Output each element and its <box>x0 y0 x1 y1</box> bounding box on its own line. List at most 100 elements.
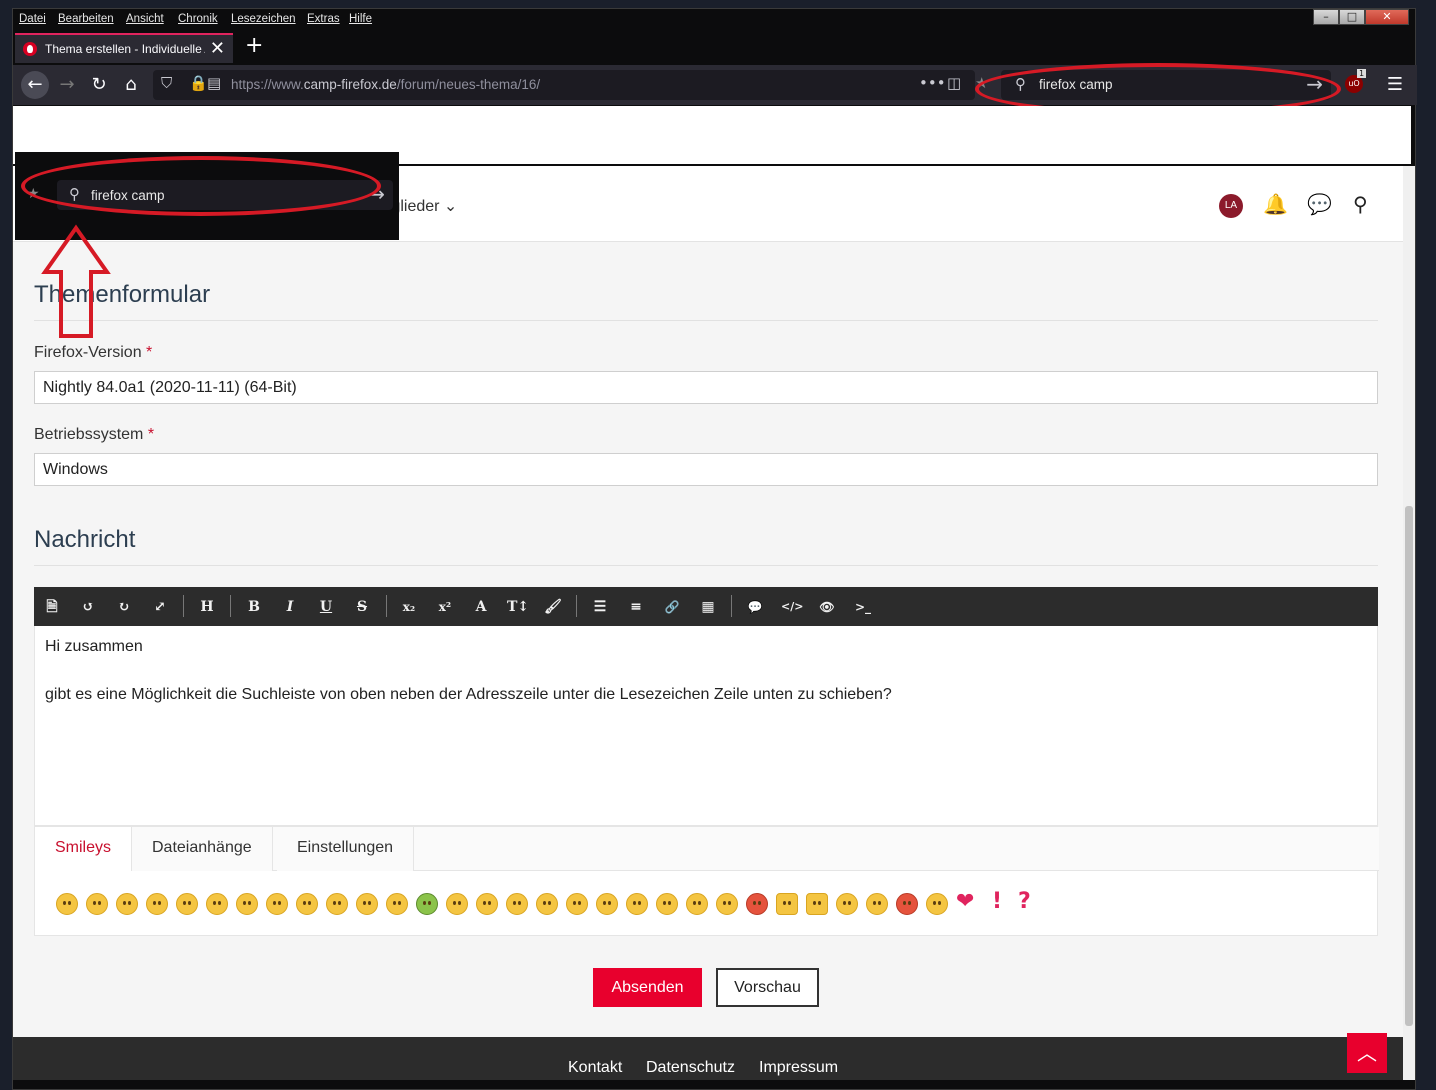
message-editor[interactable]: Hi zusammen gibt es eine Möglichkeit die… <box>34 626 1378 826</box>
pocket-icon[interactable]: ◫ <box>947 74 961 92</box>
list-icon[interactable]: ☰ <box>590 597 610 617</box>
smiley-icon[interactable] <box>416 893 438 915</box>
menu-extras[interactable]: Extras <box>307 13 340 25</box>
thumbs-up-icon[interactable] <box>806 893 828 915</box>
smiley-icon[interactable] <box>566 893 588 915</box>
exclamation-icon[interactable]: ! <box>992 889 1002 914</box>
smiley-icon[interactable] <box>236 893 258 915</box>
minimize-button[interactable]: – <box>1313 9 1339 25</box>
close-tab-icon[interactable]: ✕ <box>210 38 225 59</box>
heading-icon[interactable]: H <box>197 597 217 617</box>
strikethrough-icon[interactable]: S <box>352 597 372 617</box>
bold-icon[interactable]: B <box>244 597 264 617</box>
menu-lesezeichen[interactable]: Lesezeichen <box>231 13 296 25</box>
url-bar[interactable]: ⛉ 🔒 ▤ https://www.camp-firefox.de/forum/… <box>153 70 988 100</box>
question-icon[interactable]: ? <box>1018 889 1031 914</box>
smiley-icon[interactable] <box>446 893 468 915</box>
smiley-icon[interactable] <box>866 893 888 915</box>
tab-smileys[interactable]: Smileys <box>35 827 133 871</box>
maximize-button[interactable]: □ <box>1339 9 1365 25</box>
font-size-icon[interactable]: T↕ <box>507 597 529 617</box>
align-icon[interactable]: ≡ <box>626 597 646 617</box>
chat-icon[interactable]: 💬 <box>1307 192 1332 216</box>
smiley-icon[interactable] <box>656 893 678 915</box>
scroll-to-top-button[interactable]: ︿ <box>1347 1033 1387 1073</box>
preview-button[interactable]: Vorschau <box>716 968 819 1007</box>
smiley-icon[interactable] <box>176 893 198 915</box>
search-bar[interactable]: ⚲ firefox camp → <box>1001 70 1331 100</box>
undo-icon[interactable]: ↺ <box>78 597 98 617</box>
avatar[interactable]: LA <box>1219 194 1243 218</box>
smiley-icon[interactable] <box>206 893 228 915</box>
footer-link-datenschutz[interactable]: Datenschutz <box>646 1059 735 1077</box>
new-tab-button[interactable]: + <box>245 33 263 58</box>
smiley-icon[interactable] <box>896 893 918 915</box>
menu-ansicht[interactable]: Ansicht <box>126 13 164 25</box>
smiley-icon[interactable] <box>536 893 558 915</box>
search-go-arrow-icon[interactable]: → <box>1306 72 1323 96</box>
smiley-icon[interactable] <box>296 893 318 915</box>
table-icon[interactable]: ▦ <box>698 597 718 617</box>
smiley-icon[interactable] <box>626 893 648 915</box>
smiley-icon[interactable] <box>356 893 378 915</box>
smiley-icon[interactable] <box>386 893 408 915</box>
heart-icon[interactable]: ❤ <box>956 889 974 914</box>
home-button[interactable]: ⌂ <box>117 71 145 99</box>
search-icon[interactable]: ⚲ <box>1353 192 1368 216</box>
close-window-button[interactable]: ✕ <box>1365 9 1409 25</box>
smiley-icon[interactable] <box>836 893 858 915</box>
submit-button[interactable]: Absenden <box>593 968 702 1007</box>
bookmark-star-icon[interactable]: ★ <box>975 74 988 92</box>
scrollbar-thumb[interactable] <box>1405 506 1413 1026</box>
source-icon[interactable]: 🗎 <box>42 597 62 617</box>
smiley-icon[interactable] <box>476 893 498 915</box>
smiley-icon[interactable] <box>116 893 138 915</box>
italic-icon[interactable]: I <box>280 597 300 617</box>
tab-einstellungen[interactable]: Einstellungen <box>277 827 415 871</box>
smiley-icon[interactable] <box>926 893 948 915</box>
page-scrollbar[interactable] <box>1403 166 1415 1080</box>
smiley-icon[interactable] <box>56 893 78 915</box>
hamburger-menu-icon[interactable]: ☰ <box>1381 71 1409 99</box>
permissions-icon[interactable]: ▤ <box>207 74 221 92</box>
spoiler-icon[interactable]: 👁 <box>817 597 837 617</box>
code-icon[interactable]: </> <box>781 597 803 617</box>
inline-code-icon[interactable]: >_ <box>853 597 873 617</box>
smiley-icon[interactable] <box>266 893 288 915</box>
smiley-icon[interactable] <box>326 893 348 915</box>
underline-icon[interactable]: U <box>316 597 336 617</box>
reload-button[interactable]: ↻ <box>85 71 113 99</box>
smiley-icon[interactable] <box>596 893 618 915</box>
tab-dateianhaenge[interactable]: Dateianhänge <box>132 827 273 871</box>
smiley-icon[interactable] <box>716 893 738 915</box>
menu-hilfe[interactable]: Hilfe <box>349 13 372 25</box>
smiley-icon[interactable] <box>506 893 528 915</box>
smiley-icon[interactable] <box>86 893 108 915</box>
menu-datei[interactable]: Datei <box>19 13 46 25</box>
footer-link-kontakt[interactable]: Kontakt <box>568 1059 622 1077</box>
brush-icon[interactable]: 🖌 <box>543 597 563 617</box>
lock-icon[interactable]: 🔒 <box>189 74 208 92</box>
search-input[interactable]: firefox camp <box>1039 77 1113 92</box>
os-field[interactable]: Windows <box>34 453 1378 486</box>
url-text[interactable]: https://www.camp-firefox.de/forum/neues-… <box>231 77 540 92</box>
footer-link-impressum[interactable]: Impressum <box>759 1059 838 1077</box>
smiley-icon[interactable] <box>686 893 708 915</box>
thumbs-down-icon[interactable] <box>776 893 798 915</box>
superscript-icon[interactable]: x² <box>435 597 455 617</box>
forward-button[interactable]: → <box>53 71 81 99</box>
link-icon[interactable]: 🔗 <box>662 597 682 617</box>
back-button[interactable]: ← <box>21 71 49 99</box>
smiley-icon[interactable] <box>146 893 168 915</box>
subscript-icon[interactable]: x₂ <box>399 597 419 617</box>
firefox-version-field[interactable]: Nightly 84.0a1 (2020-11-11) (64-Bit) <box>34 371 1378 404</box>
menu-bearbeiten[interactable]: Bearbeiten <box>58 13 114 25</box>
smiley-icon[interactable] <box>746 893 768 915</box>
redo-icon[interactable]: ↻ <box>114 597 134 617</box>
page-actions-icon[interactable]: ••• <box>919 74 946 92</box>
menu-chronik[interactable]: Chronik <box>178 13 218 25</box>
tab-thema-erstellen[interactable]: Thema erstellen - Individuelle A ✕ <box>15 33 233 63</box>
shield-icon[interactable]: ⛉ <box>161 74 172 92</box>
bell-icon[interactable]: 🔔 <box>1263 192 1288 216</box>
fullscreen-icon[interactable]: ⤢ <box>150 597 170 617</box>
